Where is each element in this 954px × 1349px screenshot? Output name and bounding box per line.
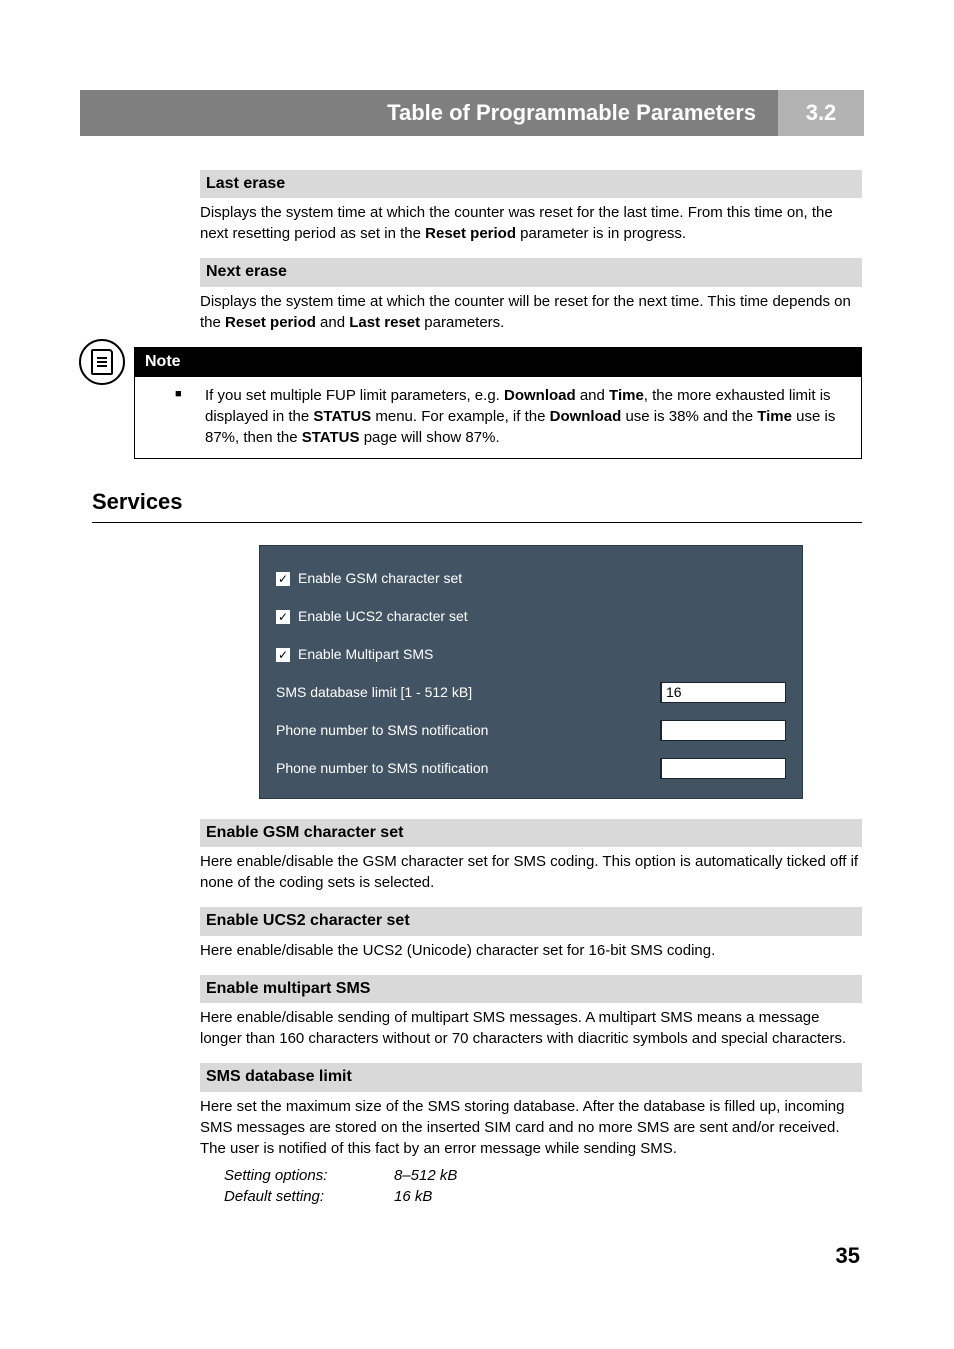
checkbox-gsm[interactable]: ✓	[276, 572, 290, 586]
input-phone1[interactable]	[660, 720, 786, 741]
text: use is 38% and the	[621, 408, 757, 425]
text-bold: Last reset	[349, 314, 420, 331]
setting-row-ucs2: ✓ Enable UCS2 character set	[276, 598, 786, 636]
note-icon	[79, 339, 125, 385]
page-header: Table of Programmable Parameters 3.2	[80, 90, 864, 136]
settings-panel: ✓ Enable GSM character set ✓ Enable UCS2…	[259, 545, 803, 799]
paragraph-dblimit: Here set the maximum size of the SMS sto…	[200, 1096, 862, 1159]
text: menu. For example, if the	[371, 408, 549, 425]
label-db-limit: SMS database limit [1 - 512 kB]	[276, 683, 620, 703]
setting-row-phone1: Phone number to SMS notification	[276, 712, 786, 750]
default-setting-row: Default setting: 16 kB	[224, 1186, 862, 1207]
page-number: 35	[92, 1243, 862, 1269]
heading-next-erase: Next erase	[200, 258, 862, 286]
default-setting-label: Default setting:	[224, 1186, 394, 1207]
text-bold: STATUS	[302, 429, 360, 446]
setting-row-gsm: ✓ Enable GSM character set	[276, 560, 786, 598]
paragraph-multipart: Here enable/disable sending of multipart…	[200, 1007, 862, 1049]
text-bold: Reset period	[225, 314, 316, 331]
heading-ucs2: Enable UCS2 character set	[200, 907, 862, 935]
text-bold: STATUS	[313, 408, 371, 425]
note-heading: Note	[135, 347, 861, 377]
heading-last-erase: Last erase	[200, 170, 862, 198]
setting-options-row: Setting options: 8–512 kB	[224, 1165, 862, 1186]
heading-services: Services	[92, 487, 862, 523]
setting-row-multipart: ✓ Enable Multipart SMS	[276, 636, 786, 674]
paragraph-gsm: Here enable/disable the GSM character se…	[200, 851, 862, 893]
heading-services-text: Services	[92, 489, 183, 514]
note-block: Note If you set multiple FUP limit param…	[134, 347, 862, 459]
note-body: If you set multiple FUP limit parameters…	[135, 377, 861, 458]
text-bold: Time	[757, 408, 792, 425]
paragraph-last-erase: Displays the system time at which the co…	[200, 202, 862, 244]
text: parameters.	[420, 314, 504, 331]
text: If you set multiple FUP limit parameters…	[205, 387, 504, 404]
text: and	[576, 387, 609, 404]
label-gsm: Enable GSM character set	[298, 569, 786, 589]
paragraph-ucs2: Here enable/disable the UCS2 (Unicode) c…	[200, 940, 862, 961]
document-icon	[91, 349, 113, 375]
label-phone2: Phone number to SMS notification	[276, 759, 620, 779]
heading-multipart: Enable multipart SMS	[200, 975, 862, 1003]
label-multipart: Enable Multipart SMS	[298, 645, 786, 665]
label-phone1: Phone number to SMS notification	[276, 721, 620, 741]
setting-row-phone2: Phone number to SMS notification	[276, 750, 786, 788]
heading-gsm: Enable GSM character set	[200, 819, 862, 847]
input-db-limit[interactable]: 16	[660, 682, 786, 703]
checkbox-ucs2[interactable]: ✓	[276, 610, 290, 624]
paragraph-next-erase: Displays the system time at which the co…	[200, 291, 862, 333]
setting-row-db-limit: SMS database limit [1 - 512 kB] 16	[276, 674, 786, 712]
text: and	[316, 314, 349, 331]
text-bold: Download	[504, 387, 576, 404]
text-bold: Time	[609, 387, 644, 404]
page-header-title: Table of Programmable Parameters	[80, 90, 778, 136]
setting-options-label: Setting options:	[224, 1165, 394, 1186]
note-item: If you set multiple FUP limit parameters…	[195, 385, 843, 448]
label-ucs2: Enable UCS2 character set	[298, 607, 786, 627]
default-setting-value: 16 kB	[394, 1186, 432, 1207]
input-phone2[interactable]	[660, 758, 786, 779]
text-bold: Download	[550, 408, 622, 425]
heading-dblimit: SMS database limit	[200, 1063, 862, 1091]
checkbox-multipart[interactable]: ✓	[276, 648, 290, 662]
text-bold: Reset period	[425, 225, 516, 242]
text: page will show 87%.	[360, 429, 500, 446]
setting-options-value: 8–512 kB	[394, 1165, 457, 1186]
text: parameter is in progress.	[516, 225, 686, 242]
page-header-section: 3.2	[778, 90, 864, 136]
